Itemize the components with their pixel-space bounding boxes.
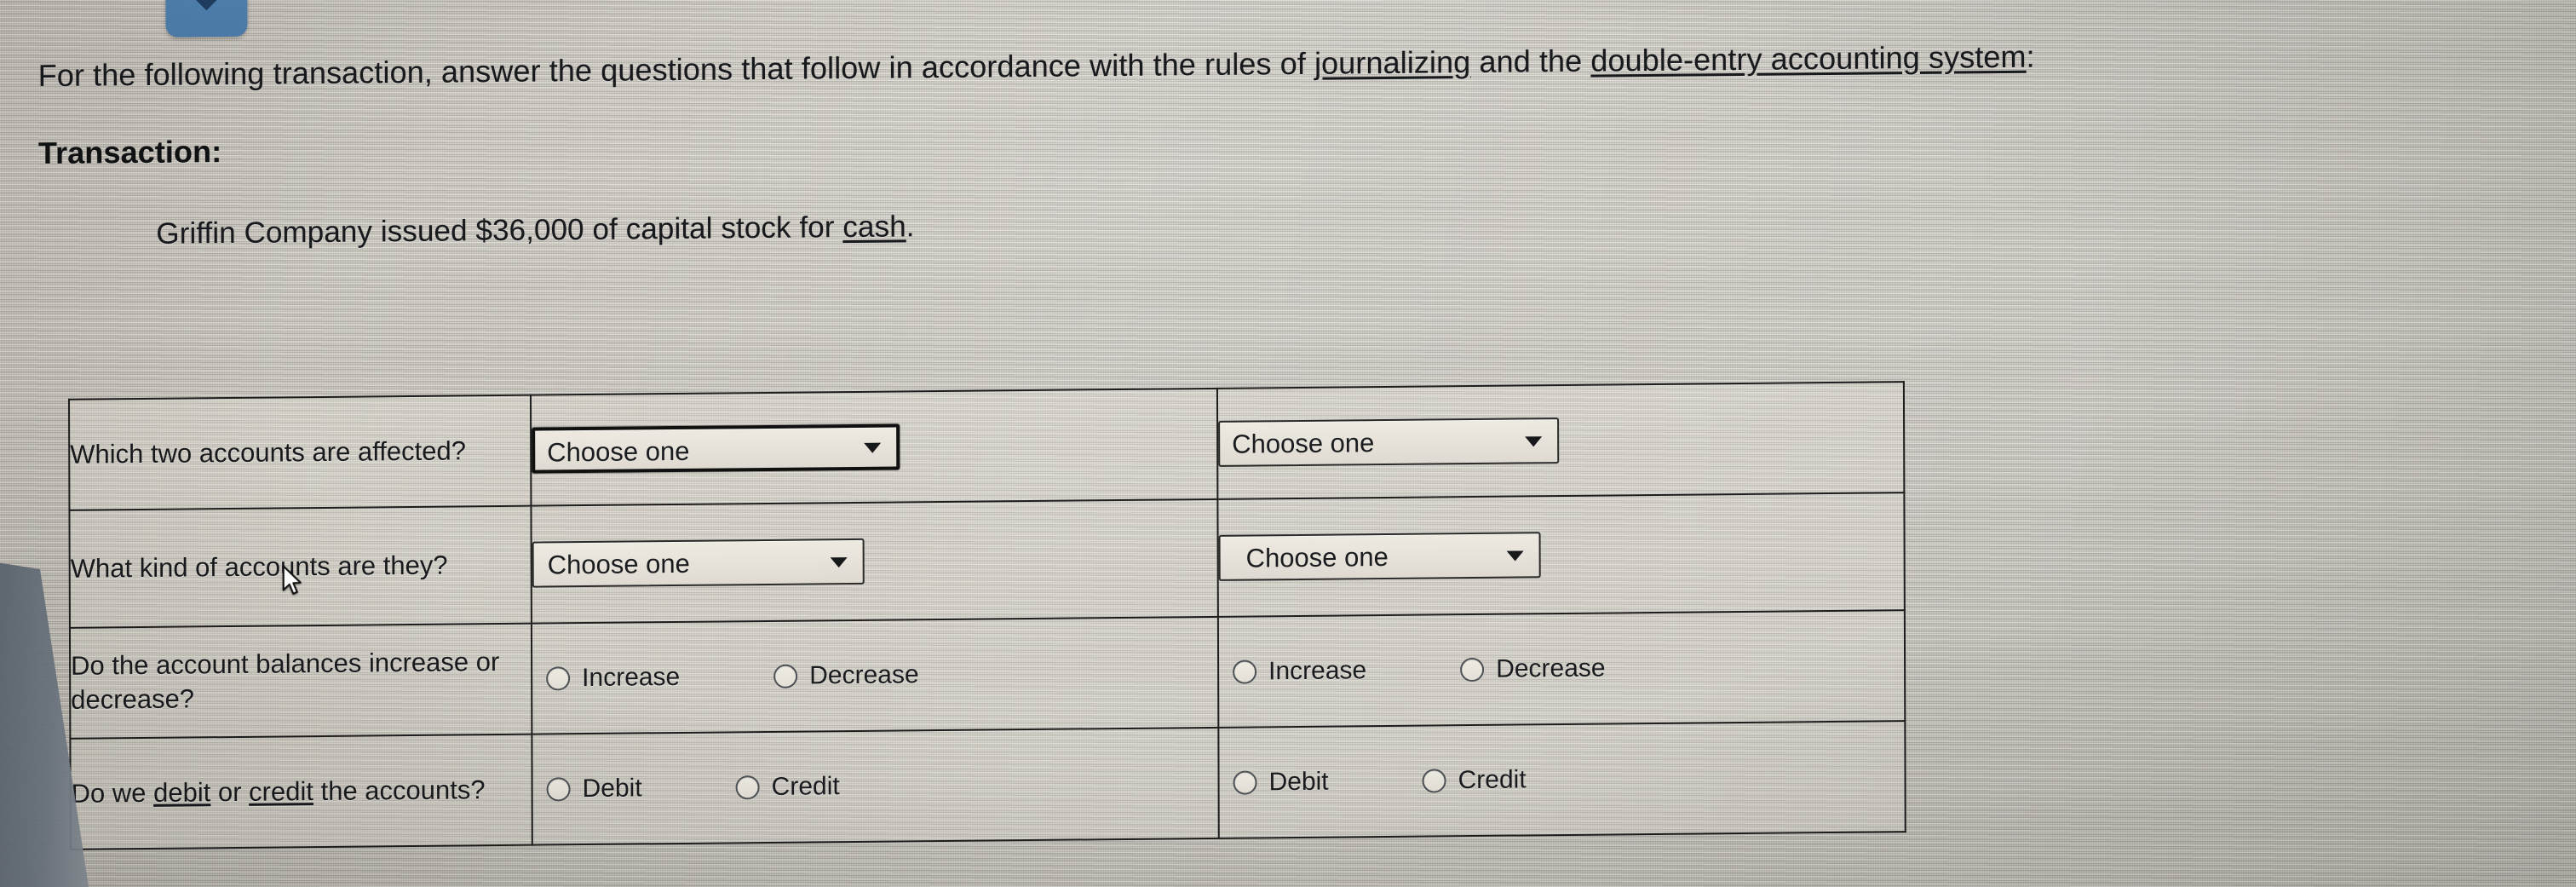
question-label-debit-credit-mid: or xyxy=(210,776,250,808)
select-account-two[interactable]: Choose one xyxy=(1218,418,1560,467)
table-row: What kind of accounts are they? Choose o… xyxy=(69,492,1905,628)
question-label-debit-credit: Do we debit or credit the accounts? xyxy=(70,734,532,850)
transaction-statement: Griffin Company issued $36,000 of capita… xyxy=(156,210,914,251)
answer-cell-kind-left: Choose one xyxy=(531,498,1218,624)
radio-button-icon[interactable] xyxy=(735,775,760,800)
radio-group-balance-one: Increase Decrease xyxy=(532,658,1217,694)
radio-debitcredit-two-debit-label: Debit xyxy=(1268,767,1329,797)
radio-balance-one-increase-label: Increase xyxy=(582,662,681,693)
select-account-one-value: Choose one xyxy=(547,435,690,468)
answer-cell-debitcredit-left: Debit Credit xyxy=(532,727,1219,845)
term-debit: debit xyxy=(153,777,211,809)
table-row: Do the account balances increase or decr… xyxy=(69,610,1906,739)
question-label-debit-credit-tail: the accounts? xyxy=(313,775,486,807)
radio-balance-one-increase[interactable]: Increase xyxy=(546,663,680,694)
instruction-text-lead: For the following transaction, answer th… xyxy=(37,45,1315,94)
chevron-down-icon xyxy=(1506,550,1524,562)
select-account-kind-two-value: Choose one xyxy=(1245,541,1389,573)
instruction-text: For the following transaction, answer th… xyxy=(37,38,2035,94)
radio-balance-one-decrease[interactable]: Decrease xyxy=(773,660,919,691)
instruction-text-middle: and the xyxy=(1470,43,1591,80)
radio-group-debitcredit-two: Debit Credit xyxy=(1220,762,1905,798)
radio-debitcredit-one-debit[interactable]: Debit xyxy=(546,774,642,803)
transaction-heading: Transaction: xyxy=(37,134,222,171)
page-content: For the following transaction, answer th… xyxy=(0,0,2576,887)
term-journalizing: journalizing xyxy=(1314,44,1471,81)
term-cash: cash xyxy=(842,210,906,245)
question-label-kind-of-accounts: What kind of accounts are they? xyxy=(69,505,532,628)
chevron-down-icon xyxy=(1525,436,1543,447)
select-account-kind-one[interactable]: Choose one xyxy=(532,538,865,588)
term-double-entry-accounting-system: double-entry accounting system xyxy=(1590,38,2027,78)
answer-cell-balance-right: Increase Decrease xyxy=(1217,610,1906,728)
radio-balance-two-increase-label: Increase xyxy=(1268,656,1367,686)
radio-group-debitcredit-one: Debit Credit xyxy=(533,769,1218,804)
select-account-two-value: Choose one xyxy=(1232,428,1375,459)
question-label-debit-credit-lead: Do we xyxy=(71,778,154,809)
chevron-down-icon xyxy=(188,0,225,11)
chevron-down-icon xyxy=(864,442,882,453)
transaction-statement-lead: Griffin Company issued $36,000 of capita… xyxy=(156,210,843,251)
answer-cell-balance-left: Increase Decrease xyxy=(531,616,1219,734)
answer-cell-kind-right: Choose one xyxy=(1217,492,1905,617)
radio-debitcredit-one-credit[interactable]: Credit xyxy=(735,772,840,802)
radio-button-icon[interactable] xyxy=(773,664,798,688)
answer-cell-accounts-affected-left: Choose one xyxy=(530,388,1218,506)
select-account-kind-two[interactable]: Choose one xyxy=(1218,532,1541,581)
radio-button-icon[interactable] xyxy=(1233,659,1257,684)
radio-button-icon[interactable] xyxy=(1422,769,1446,793)
radio-balance-one-decrease-label: Decrease xyxy=(809,660,919,690)
chevron-down-icon xyxy=(830,557,848,568)
select-account-kind-one-value: Choose one xyxy=(547,548,690,580)
radio-button-icon[interactable] xyxy=(1233,770,1257,795)
screen-photo: For the following transaction, answer th… xyxy=(0,0,2576,887)
answer-cell-accounts-affected-right: Choose one xyxy=(1216,382,1905,499)
radio-balance-two-decrease-label: Decrease xyxy=(1496,654,1606,683)
radio-balance-two-decrease[interactable]: Decrease xyxy=(1460,654,1606,685)
radio-button-icon[interactable] xyxy=(546,777,571,802)
journal-entry-question-table: Which two accounts are affected? Choose … xyxy=(68,381,1906,850)
dropdown-chip-button[interactable] xyxy=(165,0,248,37)
instruction-text-tail: : xyxy=(2026,38,2035,74)
radio-debitcredit-two-credit-label: Credit xyxy=(1458,765,1527,795)
term-credit: credit xyxy=(249,776,314,807)
question-label-increase-decrease: Do the account balances increase or decr… xyxy=(69,623,532,739)
table-row: Which two accounts are affected? Choose … xyxy=(69,382,1905,510)
radio-balance-two-increase[interactable]: Increase xyxy=(1233,656,1366,687)
radio-button-icon[interactable] xyxy=(546,666,571,691)
select-account-one[interactable]: Choose one xyxy=(532,423,900,474)
radio-debitcredit-one-debit-label: Debit xyxy=(582,774,642,803)
transaction-statement-tail: . xyxy=(906,210,915,244)
radio-button-icon[interactable] xyxy=(1460,657,1485,683)
question-label-accounts-affected: Which two accounts are affected? xyxy=(69,395,532,510)
answer-cell-debitcredit-right: Debit Credit xyxy=(1218,721,1906,838)
radio-group-balance-two: Increase Decrease xyxy=(1219,651,1904,687)
table-row: Do we debit or credit the accounts? Debi… xyxy=(70,721,1906,850)
radio-debitcredit-one-credit-label: Credit xyxy=(771,772,840,801)
radio-debitcredit-two-debit[interactable]: Debit xyxy=(1233,768,1329,798)
radio-debitcredit-two-credit[interactable]: Credit xyxy=(1422,765,1527,795)
